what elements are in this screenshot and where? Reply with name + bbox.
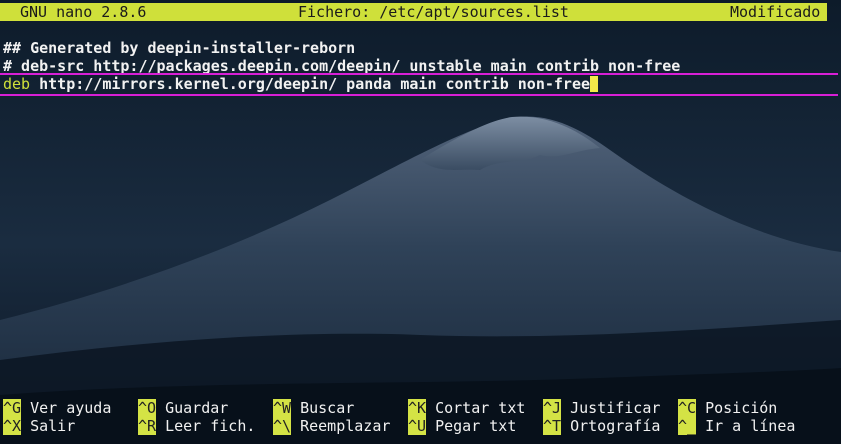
shortcut-label: Ver ayuda [30,399,112,417]
shortcut-exit[interactable]: ^X Salir [3,417,75,435]
current-line-bottom-border [0,94,838,96]
shortcut-label: Salir [30,417,76,435]
shortcut-go-to-line[interactable]: ^_ Ir a línea [678,417,795,435]
shortcut-position[interactable]: ^C Posición [678,399,777,417]
shortcut-save[interactable]: ^O Guardar [138,399,228,417]
shortcut-justify[interactable]: ^J Justificar [543,399,660,417]
file-name: Fichero: /etc/apt/sources.list [298,3,569,21]
key-label: ^U [408,417,427,435]
shortcut-label: Guardar [165,399,229,417]
shortcut-replace[interactable]: ^\ Reemplazar [273,417,390,435]
shortcut-label: Cortar txt [435,399,526,417]
key-label: ^T [543,417,562,435]
shortcut-paste[interactable]: ^U Pegar txt [408,417,516,435]
key-label: ^C [678,399,697,417]
shortcut-label: Pegar txt [435,417,517,435]
shortcut-label: Leer fich. [165,417,256,435]
shortcut-label: Ortografía [570,417,661,435]
shortcut-label: Posición [705,399,778,417]
keyword-deb: deb [3,75,31,93]
key-label: ^G [3,399,22,417]
shortcut-label: Buscar [300,399,355,417]
key-label: ^R [138,417,157,435]
line-text: http://mirrors.kernel.org/deepin/ panda … [30,75,591,93]
key-label: ^J [543,399,562,417]
app-name: GNU nano 2.8.6 [20,3,147,21]
shortcut-read-file[interactable]: ^R Leer fich. [138,417,255,435]
shortcut-help[interactable]: ^G Ver ayuda [3,399,111,417]
key-label: ^\ [273,417,292,435]
key-label: ^O [138,399,157,417]
modified-status: Modificado [730,3,821,21]
shortcut-label: Reemplazar [300,417,391,435]
shortcut-search[interactable]: ^W Buscar [273,399,354,417]
shortcut-label: Justificar [570,399,661,417]
key-label: ^W [273,399,292,417]
terminal-window: GNU nano 2.8.6 Fichero: /etc/apt/sources… [0,0,841,444]
shortcut-label: Ir a línea [705,417,796,435]
shortcut-spell[interactable]: ^T Ortografía [543,417,660,435]
text-cursor [590,76,599,92]
key-label: ^_ [678,417,697,435]
key-label: ^K [408,399,427,417]
editor-line-current[interactable]: deb http://mirrors.kernel.org/deepin/ pa… [3,75,599,93]
key-label: ^X [3,417,22,435]
shortcut-cut[interactable]: ^K Cortar txt [408,399,525,417]
editor-line[interactable]: ## Generated by deepin-installer-reborn [3,39,355,57]
title-bar: GNU nano 2.8.6 Fichero: /etc/apt/sources… [0,3,827,21]
